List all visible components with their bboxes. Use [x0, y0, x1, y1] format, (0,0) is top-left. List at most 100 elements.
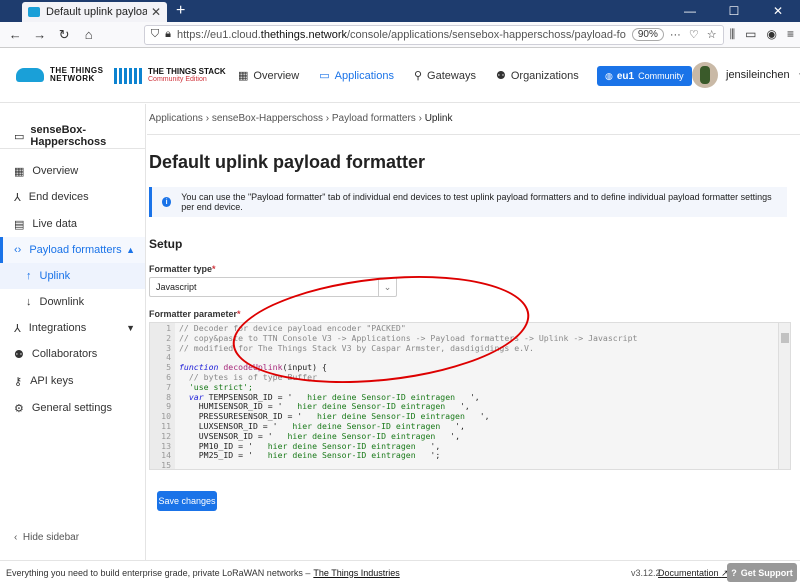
code-line: PM25_ID = ' hier deine Sensor-ID eintrag… — [179, 450, 441, 461]
sidebar-item-payload-formatters[interactable]: ‹› Payload formatters ▲ — [0, 237, 145, 263]
people-icon: ⚉ — [14, 348, 24, 361]
arrow-up-icon: ↑ — [26, 270, 32, 282]
chevron-left-icon: ‹ — [14, 532, 18, 543]
sidebar-item-general-settings[interactable]: ⚙ General settings — [0, 395, 145, 421]
main-content: Applications › senseBox-Happerschoss › P… — [147, 104, 800, 560]
browser-tab[interactable]: Default uplink payload formatter ✕ — [22, 2, 167, 22]
pocket-icon[interactable]: ♡ — [689, 28, 699, 41]
sidebar-app-name: ▭ senseBox-Happerschoss — [14, 124, 107, 148]
sidebar-item-api-keys[interactable]: ⚷ API keys — [0, 368, 145, 394]
sidebar-item-live-data[interactable]: ▤ Live data — [0, 211, 145, 237]
nav-organizations[interactable]: ⚉ Organizations — [495, 69, 579, 83]
sidebar-item-uplink[interactable]: ↑ Uplink — [0, 263, 145, 289]
save-changes-button[interactable]: Save changes — [157, 491, 217, 511]
main-nav: ▦ Overview ▭ Applications ⚲ Gateways ⚉ Organ… — [238, 69, 579, 83]
region-badge[interactable]: ◍ eu1 Community — [597, 66, 692, 86]
breadcrumb-payload-formatters[interactable]: Payload formatters — [332, 113, 416, 124]
version: v3.12.2 — [631, 568, 661, 578]
get-support-button[interactable]: ? Get Support — [727, 563, 797, 582]
help-icon: ? — [731, 567, 737, 578]
browser-navbar: ← → ↻ ⌂ ⛉ 🔒︎ https://eu1.cloud.thethings… — [0, 22, 800, 48]
application-icon: ▭ — [14, 130, 25, 143]
documentation-link[interactable]: Documentation ↗ — [658, 568, 729, 579]
bookmark-star-icon[interactable]: ☆ — [707, 28, 717, 41]
editor-scrollbar[interactable] — [778, 323, 790, 469]
grid-icon: ▦ — [238, 70, 249, 82]
ttn-favicon-icon — [28, 7, 40, 17]
user-menu[interactable]: jensileinchen ▼ — [692, 62, 800, 88]
maximize-icon[interactable]: ☐ — [712, 0, 756, 22]
formatter-type-label: Formatter type* — [149, 264, 216, 274]
avatar — [692, 62, 718, 88]
breadcrumb-app[interactable]: senseBox-Happerschoss — [212, 113, 323, 124]
arrow-down-icon: ↓ — [26, 296, 32, 308]
account-icon[interactable]: ◉ — [766, 27, 776, 42]
close-window-icon[interactable]: ✕ — [756, 0, 800, 22]
window-controls: — ☐ ✕ — [668, 0, 800, 22]
formatter-parameter-label: Formatter parameter* — [149, 309, 241, 319]
hide-sidebar-button[interactable]: ‹ Hide sidebar — [14, 532, 79, 543]
breadcrumb-applications[interactable]: Applications — [149, 113, 203, 124]
footer: Everything you need to build enterprise … — [0, 560, 800, 584]
list-icon: ▤ — [14, 218, 25, 231]
sidebar-item-overview[interactable]: ▦ Overview — [0, 158, 145, 184]
ttn-logo[interactable]: THE THINGS NETWORK — [16, 67, 106, 83]
breadcrumb-uplink: Uplink — [424, 113, 453, 124]
url-bar[interactable]: ⛉ 🔒︎ https://eu1.cloud.thethings.network… — [143, 24, 724, 45]
library-icon[interactable]: ⫼ — [730, 27, 736, 42]
tab-title: Default uplink payload formatter — [46, 6, 147, 18]
nav-applications[interactable]: ▭ Applications — [319, 69, 394, 83]
menu-icon[interactable]: ≡ — [787, 27, 794, 42]
key-icon: ⚷ — [14, 375, 23, 388]
code-content: // Decoder for device payload encoder "P… — [179, 323, 776, 461]
more-icon[interactable]: ··· — [670, 29, 681, 41]
zoom-badge[interactable]: 90% — [631, 28, 664, 41]
code-line: // modified for The Things Stack V3 by C… — [179, 342, 534, 353]
tti-link[interactable]: The Things Industries — [313, 568, 399, 578]
minimize-icon[interactable]: — — [668, 0, 712, 22]
tts-logo[interactable]: THE THINGS STACK Community Edition — [114, 67, 226, 84]
sidebar-item-integrations[interactable]: ⅄ Integrations ▼ — [0, 315, 145, 341]
lock-icon: 🔒︎ — [165, 28, 171, 40]
info-notification: i You can use the "Payload formatter" ta… — [149, 187, 787, 217]
sidebar-item-downlink[interactable]: ↓ Downlink — [0, 289, 145, 315]
home-icon[interactable]: ⌂ — [79, 27, 97, 42]
devices-icon: ⅄ — [14, 191, 21, 204]
url-text: https://eu1.cloud.thethings.network/cons… — [176, 28, 626, 41]
nav-gateways[interactable]: ⚲ Gateways — [413, 69, 476, 83]
people-icon: ⚉ — [495, 70, 506, 82]
code-icon: ‹› — [14, 244, 22, 256]
sidebar-item-collaborators[interactable]: ⚉ Collaborators — [0, 341, 145, 367]
back-icon[interactable]: ← — [6, 27, 24, 42]
info-icon: i — [162, 197, 172, 207]
sidebar-item-end-devices[interactable]: ⅄ End devices — [0, 184, 145, 210]
reload-icon[interactable]: ↻ — [55, 27, 73, 43]
formatter-type-select[interactable]: Javascript ⌄ — [149, 277, 397, 297]
app-header: THE THINGS NETWORK THE THINGS STACK Comm… — [0, 49, 800, 103]
browser-tabbar: Default uplink payload formatter ✕ + — ☐… — [0, 0, 800, 22]
line-number-gutter: 1 2 3 4 5 6 7 8 9 10 11 12 13 14 15 16 — [150, 323, 175, 469]
cloud-icon — [16, 68, 44, 82]
close-tab-icon[interactable]: ✕ — [151, 5, 161, 19]
chevron-down-icon: ⌄ — [378, 278, 396, 296]
setup-heading: Setup — [149, 237, 183, 251]
gear-icon: ⚙ — [14, 402, 24, 415]
stack-icon — [114, 67, 142, 84]
page-title: Default uplink payload formatter — [149, 152, 426, 172]
nav-overview[interactable]: ▦ Overview — [238, 69, 299, 83]
globe-icon: ◍ — [605, 70, 613, 81]
code-line: // bytes is of type Buffer — [179, 371, 318, 382]
chevron-up-icon: ▲ — [126, 245, 135, 255]
integrations-icon: ⅄ — [14, 322, 21, 335]
grid-icon: ▦ — [14, 165, 25, 178]
shield-icon: ⛉ — [150, 28, 160, 40]
code-editor[interactable]: 1 2 3 4 5 6 7 8 9 10 11 12 13 14 15 16 /… — [149, 322, 791, 470]
sidebar-toggle-icon[interactable]: ▭ — [745, 27, 756, 42]
forward-icon[interactable]: → — [30, 27, 48, 42]
sidebar: ▭ senseBox-Happerschoss ▦ Overview ⅄ End d… — [0, 104, 146, 560]
window-icon: ▭ — [319, 70, 330, 82]
breadcrumb: Applications › senseBox-Happerschoss › P… — [149, 113, 453, 124]
chevron-down-icon: ▼ — [126, 323, 135, 333]
new-tab-icon[interactable]: + — [176, 2, 185, 20]
gateway-icon: ⚲ — [413, 70, 423, 82]
